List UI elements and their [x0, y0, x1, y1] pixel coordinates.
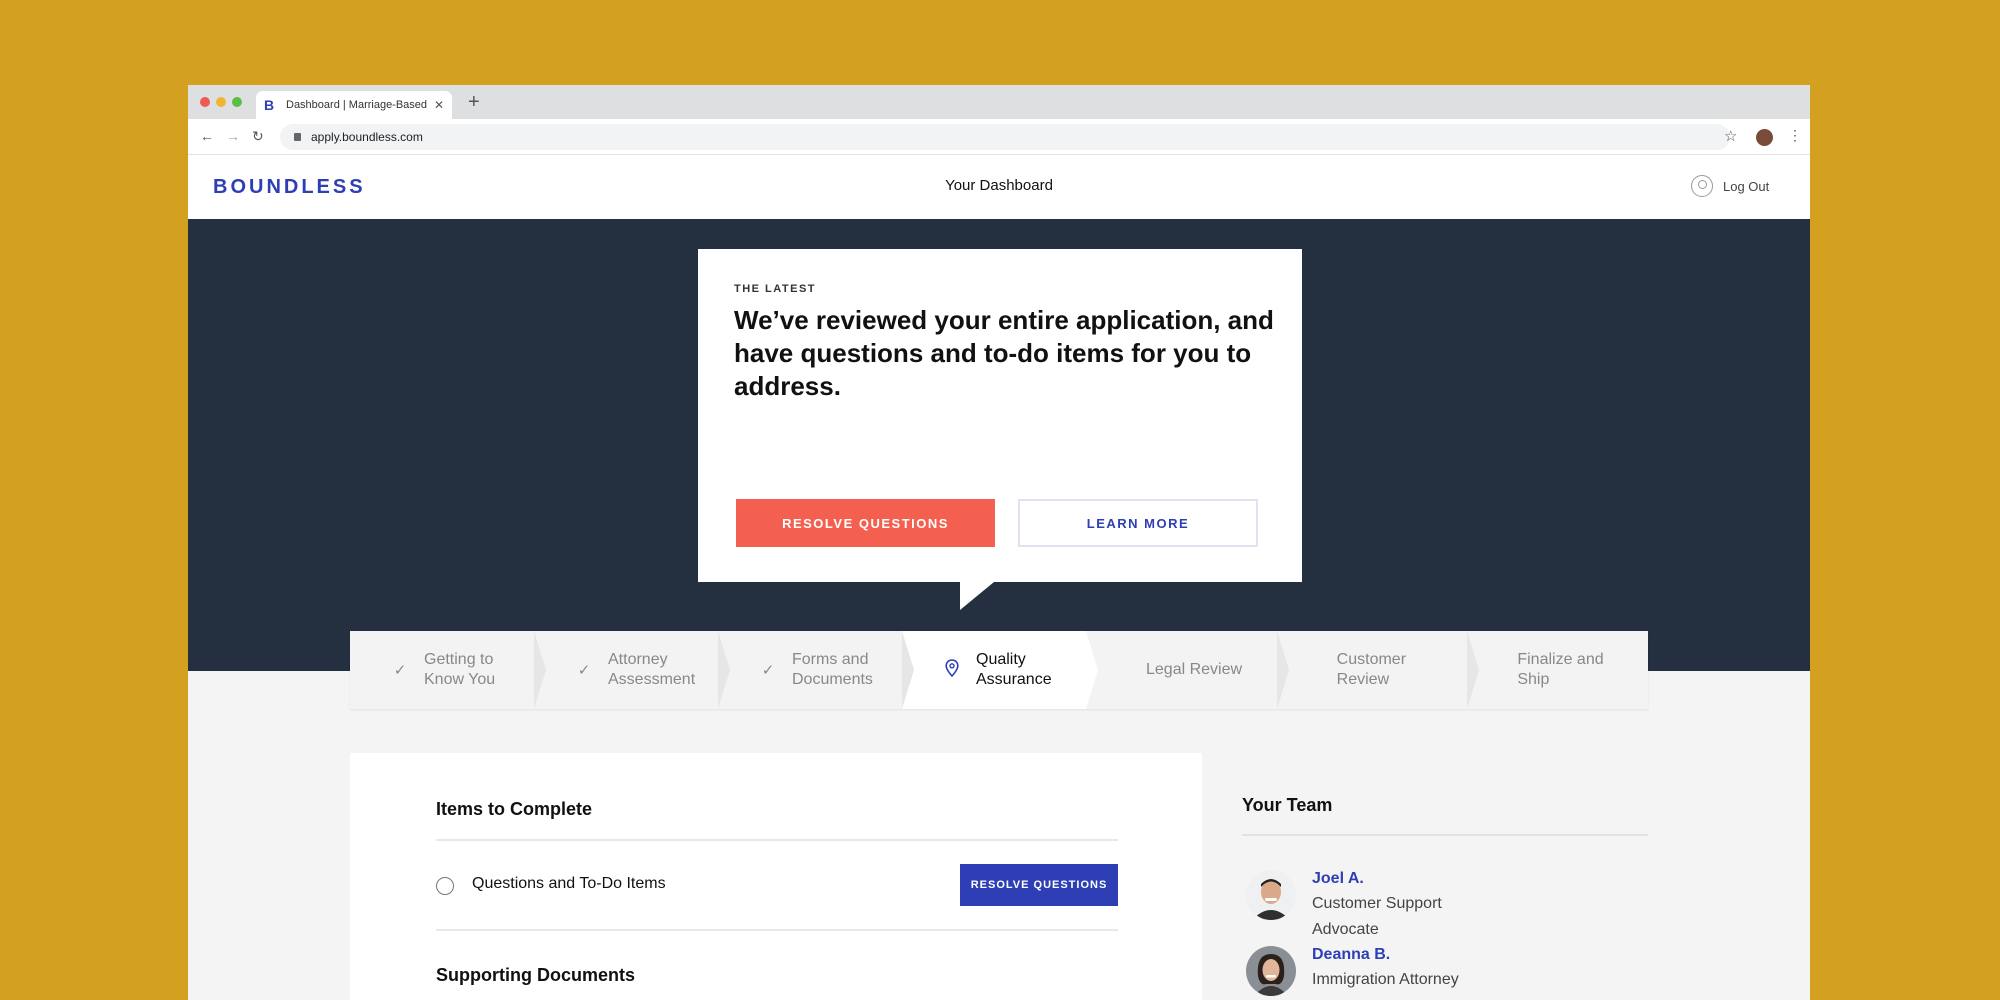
boundless-favicon-icon: B: [264, 97, 275, 113]
step-label: Forms and Documents: [792, 651, 873, 688]
url-field[interactable]: apply.boundless.com: [280, 124, 1730, 150]
step-label: Attorney Assessment: [608, 651, 696, 688]
back-icon[interactable]: ←: [200, 128, 214, 144]
your-team-panel: Your Team Joel A. Customer Support Advoc…: [1242, 795, 1648, 996]
user-icon: [1691, 175, 1713, 197]
check-icon: ✓: [761, 662, 775, 679]
profile-avatar[interactable]: [1756, 129, 1773, 146]
card-headline: We’ve reviewed your entire application, …: [734, 305, 1274, 401]
divider: [436, 839, 1118, 841]
avatar: [1246, 946, 1296, 996]
reload-icon[interactable]: ↻: [252, 128, 264, 145]
step-label: Quality Assurance: [976, 651, 1052, 688]
maximize-window-dot[interactable]: [232, 97, 242, 107]
step-legal-review[interactable]: Legal Review: [1086, 631, 1289, 709]
card-eyebrow: THE LATEST: [734, 283, 817, 295]
logout-button[interactable]: Log Out: [1691, 175, 1769, 197]
supporting-documents-title: Supporting Documents: [436, 965, 635, 985]
speech-bubble-tail: [960, 582, 994, 610]
team-member-role: Immigration Attorney: [1312, 971, 1459, 988]
step-label: Legal Review: [1146, 661, 1243, 678]
item-label: Questions and To-Do Items: [472, 875, 666, 892]
forward-icon[interactable]: →: [226, 128, 240, 144]
team-member-name[interactable]: Deanna B.: [1312, 946, 1390, 964]
latest-update-card: THE LATEST We’ve reviewed your entire ap…: [698, 249, 1302, 610]
step-label: Finalize and Ship: [1517, 651, 1604, 688]
close-window-dot[interactable]: [200, 97, 210, 107]
learn-more-button[interactable]: LEARN MORE: [1018, 499, 1258, 547]
divider: [1242, 834, 1648, 836]
check-icon: ✓: [577, 662, 591, 679]
step-customer-review[interactable]: Customer Review: [1276, 631, 1479, 709]
your-team-title: Your Team: [1242, 795, 1333, 815]
page-title: Your Dashboard: [945, 177, 1053, 194]
items-to-complete-title: Items to Complete: [436, 799, 593, 819]
close-tab-icon[interactable]: ✕: [434, 98, 444, 112]
step-label: Getting to Know You: [424, 651, 496, 688]
bookmark-star-icon[interactable]: ☆: [1724, 127, 1737, 145]
location-pin-icon: [942, 659, 962, 681]
minimize-window-dot[interactable]: [216, 97, 226, 107]
browser-tab[interactable]: B Dashboard | Marriage-Based Green ✕: [256, 91, 452, 119]
new-tab-button[interactable]: +: [468, 91, 480, 114]
resolve-questions-button[interactable]: RESOLVE QUESTIONS: [736, 499, 995, 547]
step-getting-to-know-you[interactable]: ✓ Getting to Know You: [350, 631, 546, 709]
tab-bar: B Dashboard | Marriage-Based Green ✕ +: [188, 85, 1810, 119]
browser-window: B Dashboard | Marriage-Based Green ✕ + ←…: [188, 85, 1810, 1000]
step-label: Customer Review: [1336, 651, 1407, 688]
avatar: [1246, 870, 1296, 920]
tab-title: Dashboard | Marriage-Based Green: [286, 99, 428, 111]
check-icon: ✓: [393, 662, 407, 679]
url-text: apply.boundless.com: [311, 130, 423, 144]
step-forms-and-documents[interactable]: ✓ Forms and Documents: [718, 631, 914, 709]
item-resolve-questions-button[interactable]: RESOLVE QUESTIONS: [960, 864, 1118, 906]
browser-menu-icon[interactable]: ⋮: [1788, 127, 1802, 144]
step-quality-assurance[interactable]: Quality Assurance: [902, 631, 1098, 709]
site-header: BOUNDLESS Your Dashboard Log Out: [188, 155, 1810, 219]
items-to-complete-card: Items to Complete Questions and To-Do It…: [350, 753, 1202, 1000]
address-bar: ← → ↻ apply.boundless.com ☆ ⋮: [188, 119, 1810, 155]
progress-stepper: ✓ Getting to Know You ✓ Attorney Assessm…: [350, 631, 1649, 709]
team-member-name[interactable]: Joel A.: [1312, 870, 1364, 888]
team-member-role: Customer Support Advocate: [1312, 895, 1442, 938]
lock-icon: [294, 133, 301, 141]
hero-banner: THE LATEST We’ve reviewed your entire ap…: [188, 219, 1810, 671]
step-attorney-assessment[interactable]: ✓ Attorney Assessment: [534, 631, 730, 709]
step-finalize-and-ship[interactable]: Finalize and Ship: [1467, 631, 1649, 709]
divider: [436, 929, 1118, 931]
logout-label: Log Out: [1723, 178, 1770, 194]
item-checkbox[interactable]: [436, 877, 454, 895]
